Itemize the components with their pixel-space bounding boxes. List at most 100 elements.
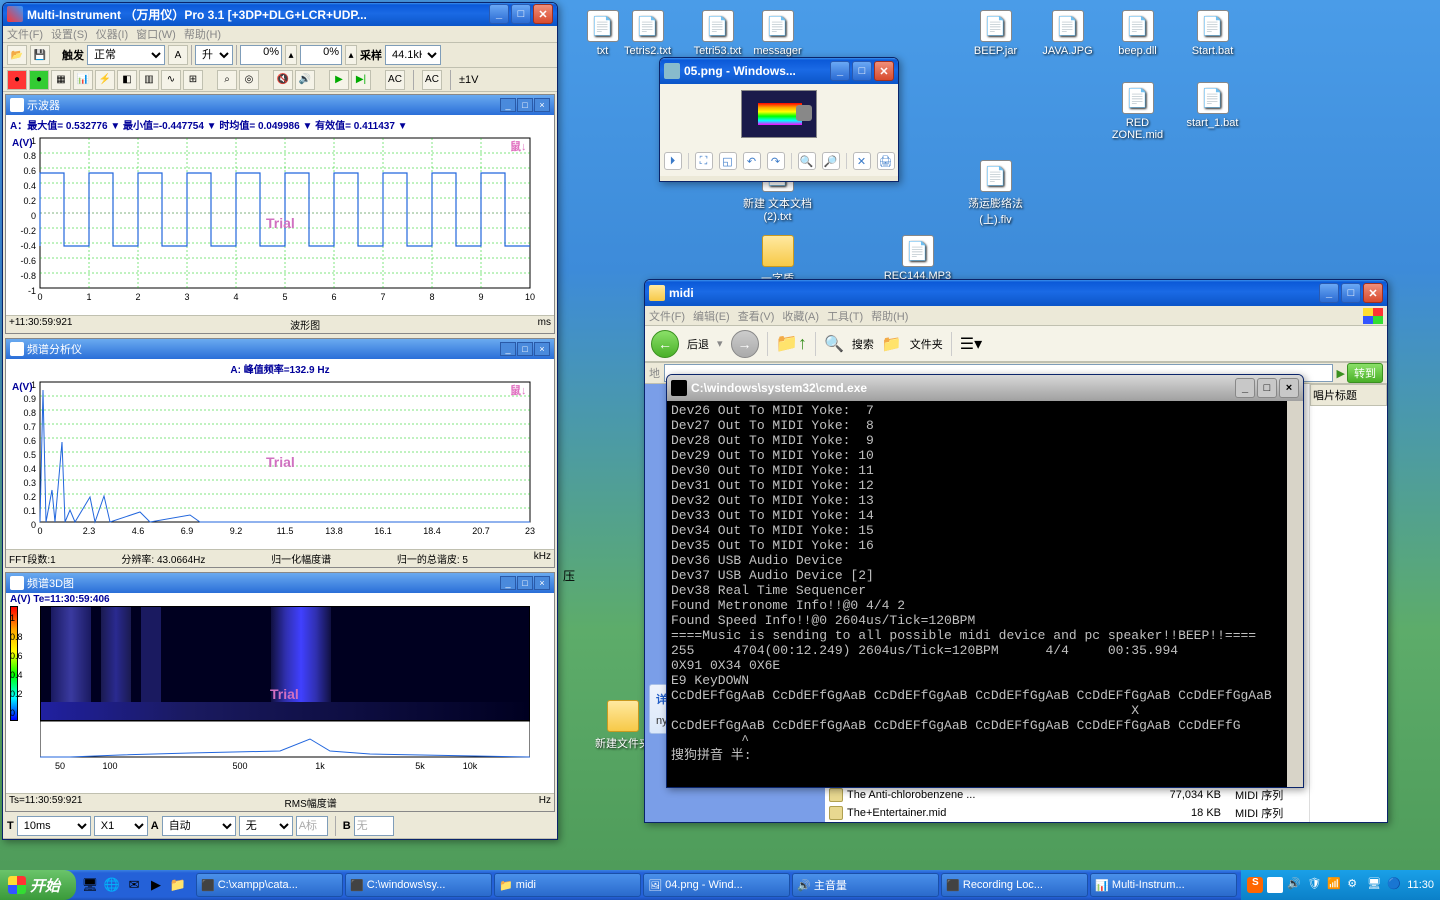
- menu-window[interactable]: 窗口(W): [136, 26, 176, 42]
- zoom-out-icon[interactable]: 🔎: [822, 152, 840, 170]
- cmd-output[interactable]: Dev26 Out To MIDI Yoke: 7 Dev27 Out To M…: [667, 401, 1303, 787]
- clock[interactable]: 11:30: [1407, 879, 1434, 891]
- edge-select[interactable]: 升: [195, 45, 233, 65]
- delete-icon[interactable]: ✕: [853, 152, 871, 170]
- close-button[interactable]: ×: [1279, 378, 1299, 398]
- minimize-button[interactable]: _: [1235, 378, 1255, 398]
- speaker-off-icon[interactable]: 🔇: [273, 70, 293, 90]
- tray-icon[interactable]: 📶: [1327, 877, 1343, 893]
- range-a-select[interactable]: 自动: [162, 816, 236, 836]
- maximize-button[interactable]: □: [511, 4, 531, 24]
- menu-instrument[interactable]: 仪器(I): [96, 26, 128, 42]
- tool-icon[interactable]: 📊: [73, 70, 93, 90]
- desktop-icon[interactable]: 📄beep.dll: [1100, 10, 1175, 57]
- target-icon[interactable]: ◎: [239, 70, 259, 90]
- child-close-button[interactable]: ×: [534, 576, 550, 590]
- quicklaunch-icon[interactable]: ▶: [146, 875, 166, 895]
- child-maximize-button[interactable]: □: [517, 576, 533, 590]
- run-icon[interactable]: ▶: [329, 70, 349, 90]
- taskbar-task[interactable]: 🖼04.png - Wind...: [643, 873, 790, 897]
- minimize-button[interactable]: _: [830, 61, 850, 81]
- child-maximize-button[interactable]: □: [517, 342, 533, 356]
- probe-icon[interactable]: ⌕: [217, 70, 237, 90]
- tray-icon[interactable]: 🔵: [1387, 877, 1403, 893]
- child-maximize-button[interactable]: □: [517, 98, 533, 112]
- step-icon[interactable]: ▶|: [351, 70, 371, 90]
- pct2[interactable]: 0%: [300, 45, 342, 65]
- zoom-fit-icon[interactable]: ⛶: [695, 152, 713, 170]
- coupling-select[interactable]: 无: [239, 816, 293, 836]
- desktop-icon[interactable]: 📄REC144.MP3: [880, 235, 955, 282]
- up-icon[interactable]: 📁↑: [776, 333, 807, 354]
- close-button[interactable]: ✕: [533, 4, 553, 24]
- forward-button[interactable]: →: [731, 330, 759, 358]
- minimize-button[interactable]: _: [489, 4, 509, 24]
- quicklaunch-icon[interactable]: 🌐: [102, 875, 122, 895]
- back-label[interactable]: 后退: [687, 336, 709, 352]
- child-minimize-button[interactable]: _: [500, 576, 516, 590]
- dropdown-icon[interactable]: ▾: [717, 337, 723, 350]
- file-row[interactable]: The Anti-chlorobenzene ...77,034 KBMIDI …: [825, 786, 1309, 804]
- menu-help[interactable]: 帮助(H): [871, 308, 908, 324]
- play-icon[interactable]: ●: [29, 70, 49, 90]
- menu-view[interactable]: 查看(V): [738, 308, 775, 324]
- tool-icon[interactable]: ▥: [139, 70, 159, 90]
- column-header[interactable]: 唱片标题: [1310, 384, 1387, 406]
- menu-tools[interactable]: 工具(T): [827, 308, 863, 324]
- photo-titlebar[interactable]: 05.png - Windows... _ □ ✕: [660, 58, 898, 84]
- tool-icon[interactable]: ∿: [161, 70, 181, 90]
- tool-icon[interactable]: ◧: [117, 70, 137, 90]
- open-icon[interactable]: 📂: [7, 45, 27, 65]
- menu-help[interactable]: 帮助(H): [184, 26, 221, 42]
- xzoom-select[interactable]: X1: [94, 816, 148, 836]
- start-button[interactable]: 开始: [0, 870, 76, 900]
- taskbar-task[interactable]: 📊Multi-Instrum...: [1090, 873, 1237, 897]
- taskbar-task[interactable]: ⬛C:\windows\sy...: [345, 873, 492, 897]
- record-icon[interactable]: ●: [7, 70, 27, 90]
- desktop-icon[interactable]: 📄荡运膨络法 (上).flv: [958, 160, 1033, 227]
- zoom-in-icon[interactable]: 🔍: [798, 152, 816, 170]
- tool-icon[interactable]: ▦: [51, 70, 71, 90]
- rotate-right-icon[interactable]: ↷: [767, 152, 785, 170]
- sample-rate-select[interactable]: 44.1kHz: [385, 45, 441, 65]
- menu-file[interactable]: 文件(F): [7, 26, 43, 42]
- go-arrow-icon[interactable]: ▶: [1337, 367, 1345, 380]
- print-icon[interactable]: 🖨: [877, 152, 895, 170]
- views-icon[interactable]: ☰▾: [960, 334, 982, 354]
- folders-label[interactable]: 文件夹: [910, 336, 943, 352]
- desktop-icon[interactable]: 📄RED ZONE.mid: [1100, 82, 1175, 141]
- child-minimize-button[interactable]: _: [500, 98, 516, 112]
- minimize-button[interactable]: _: [1319, 283, 1339, 303]
- explorer-titlebar[interactable]: midi _ □ ✕: [645, 280, 1387, 306]
- a-button[interactable]: A: [168, 45, 188, 65]
- taskbar-task[interactable]: ⬛C:\xampp\cata...: [196, 873, 343, 897]
- desktop-icon[interactable]: 📄JAVA.JPG: [1030, 10, 1105, 57]
- rotate-left-icon[interactable]: ↶: [743, 152, 761, 170]
- maximize-button[interactable]: □: [852, 61, 872, 81]
- child-minimize-button[interactable]: _: [500, 342, 516, 356]
- spectrum-titlebar[interactable]: 频谱分析仪 _ □ ×: [6, 339, 554, 359]
- scope-titlebar[interactable]: 示波器 _ □ ×: [6, 95, 554, 115]
- back-button[interactable]: ←: [651, 330, 679, 358]
- tray-icon[interactable]: [1267, 877, 1283, 893]
- menu-settings[interactable]: 设置(S): [51, 26, 88, 42]
- menu-file[interactable]: 文件(F): [649, 308, 685, 324]
- desktop-icon[interactable]: 📄Start.bat: [1175, 10, 1250, 57]
- file-row[interactable]: The+Entertainer.mid18 KBMIDI 序列: [825, 804, 1309, 822]
- desktop-icon[interactable]: 📄Tetris2.txt: [610, 10, 685, 57]
- tool-icon[interactable]: ⊞: [183, 70, 203, 90]
- taskbar-task[interactable]: 🔊主音量: [792, 873, 939, 897]
- mi-titlebar[interactable]: Multi-Instrument （万用仪）Pro 3.1 [+3DP+DLG+…: [3, 3, 557, 26]
- menu-edit[interactable]: 编辑(E): [693, 308, 730, 324]
- spec3d-titlebar[interactable]: 频谱3D图 _ □ ×: [6, 573, 554, 593]
- maximize-button[interactable]: □: [1341, 283, 1361, 303]
- folders-icon[interactable]: 📁: [882, 334, 902, 354]
- taskbar-task[interactable]: ⬛Recording Loc...: [941, 873, 1088, 897]
- ac-button[interactable]: AC: [422, 70, 442, 90]
- close-button[interactable]: ✕: [1363, 283, 1383, 303]
- search-label[interactable]: 搜索: [852, 336, 874, 352]
- menu-favorites[interactable]: 收藏(A): [782, 308, 819, 324]
- tray-icon[interactable]: ⚙: [1347, 877, 1363, 893]
- play-slideshow-icon[interactable]: ⏵: [664, 152, 682, 170]
- child-close-button[interactable]: ×: [534, 98, 550, 112]
